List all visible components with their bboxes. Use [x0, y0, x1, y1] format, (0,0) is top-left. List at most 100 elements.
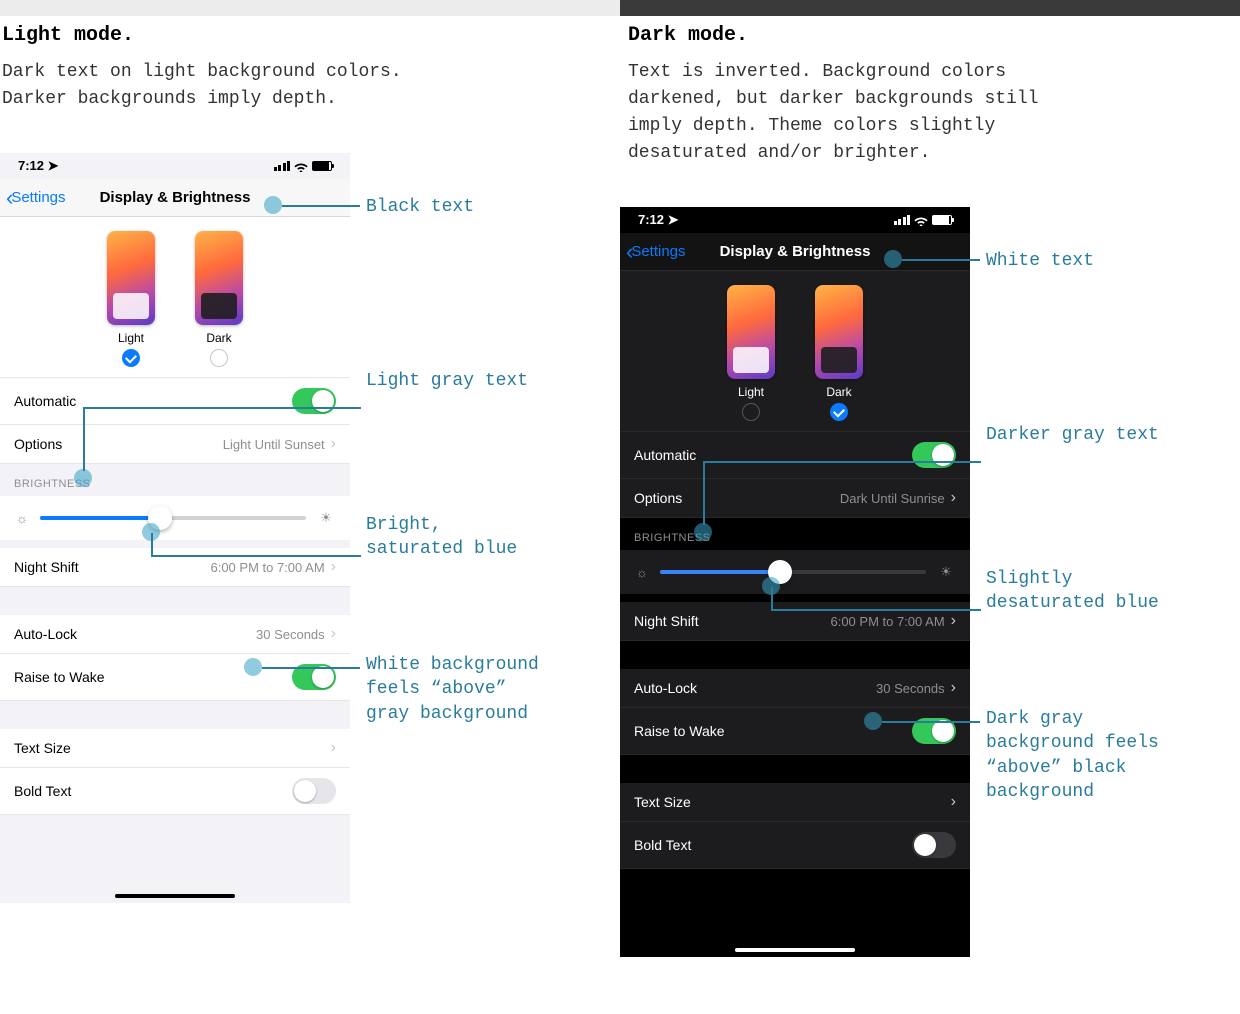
annot-line — [882, 721, 980, 723]
light-radio[interactable] — [122, 349, 140, 367]
appearance-option-dark[interactable]: Dark — [195, 231, 243, 367]
dark-radio[interactable] — [210, 349, 228, 367]
bold-text-label: Bold Text — [634, 837, 691, 853]
night-shift-value: 6:00 PM to 7:00 AM — [210, 560, 324, 575]
annot-black-text: Black text — [366, 195, 474, 219]
brightness-row: ☼ ☀ — [0, 496, 350, 540]
home-indicator — [115, 894, 235, 898]
status-time: 7:12 — [18, 158, 44, 173]
annot-line — [703, 461, 981, 463]
dark-thumbnail — [815, 285, 863, 379]
text-size-row[interactable]: Text Size › — [0, 729, 350, 768]
back-button[interactable]: ‹Settings — [626, 241, 686, 263]
sun-small-icon: ☼ — [14, 510, 30, 526]
location-icon: ➤ — [668, 212, 679, 227]
light-thumbnail — [727, 285, 775, 379]
nav-bar: ‹Settings Display & Brightness — [0, 179, 350, 217]
night-shift-row[interactable]: Night Shift 6:00 PM to 7:00 AM › — [0, 548, 350, 587]
home-indicator — [735, 948, 855, 952]
night-shift-value: 6:00 PM to 7:00 AM — [830, 614, 944, 629]
status-bar: 7:12 ➤ — [0, 153, 350, 179]
text-size-label: Text Size — [14, 740, 71, 756]
annot-dot — [244, 658, 262, 676]
bold-text-toggle[interactable] — [912, 832, 956, 858]
raise-to-wake-row: Raise to Wake — [620, 708, 970, 755]
dark-radio[interactable] — [830, 403, 848, 421]
light-label: Light — [727, 385, 775, 399]
annot-line — [771, 587, 773, 609]
dark-heading: Dark mode. — [620, 24, 1240, 47]
annot-line — [902, 259, 980, 261]
appearance-option-dark[interactable]: Dark — [815, 285, 863, 421]
automatic-row: Automatic — [0, 378, 350, 425]
raise-to-wake-row: Raise to Wake — [0, 654, 350, 701]
annot-white-bg: White background feels “above” gray back… — [366, 653, 556, 726]
annot-line — [83, 407, 85, 471]
chevron-right-icon: › — [331, 739, 336, 757]
auto-lock-value: 30 Seconds — [256, 627, 325, 642]
dark-thumbnail — [195, 231, 243, 325]
dark-label: Dark — [195, 331, 243, 345]
options-row[interactable]: Options Light Until Sunset › — [0, 425, 350, 464]
automatic-label: Automatic — [14, 393, 76, 409]
bold-text-row: Bold Text — [0, 768, 350, 815]
status-time: 7:12 — [638, 212, 664, 227]
options-value: Dark Until Sunrise — [840, 491, 945, 506]
annot-light-gray: Light gray text — [366, 369, 546, 393]
bold-text-toggle[interactable] — [292, 778, 336, 804]
sun-small-icon: ☼ — [634, 564, 650, 580]
annot-line — [151, 555, 361, 557]
nav-bar: ‹Settings Display & Brightness — [620, 233, 970, 271]
annot-dot — [694, 523, 712, 541]
phone-dark: 7:12 ➤ ‹Settings Display & Brightness Li… — [620, 207, 970, 957]
back-label: Settings — [11, 189, 65, 206]
annot-line — [282, 205, 360, 207]
appearance-option-light[interactable]: Light — [727, 285, 775, 421]
annot-dot — [864, 712, 882, 730]
light-thumbnail — [107, 231, 155, 325]
annot-bright-blue: Bright, saturated blue — [366, 513, 546, 562]
chevron-right-icon: › — [951, 612, 956, 630]
options-label: Options — [14, 436, 62, 452]
annot-white-text: White text — [986, 249, 1094, 273]
light-radio[interactable] — [742, 403, 760, 421]
auto-lock-row[interactable]: Auto-Lock 30 Seconds › — [0, 615, 350, 654]
night-shift-row[interactable]: Night Shift 6:00 PM to 7:00 AM › — [620, 602, 970, 641]
appearance-picker: Light Dark — [0, 217, 350, 378]
brightness-slider[interactable] — [40, 516, 306, 520]
annot-line — [771, 609, 981, 611]
options-label: Options — [634, 490, 682, 506]
back-label: Settings — [631, 243, 685, 260]
annot-dot — [884, 250, 902, 268]
annot-dark-bg: Dark gray background feels “above” black… — [986, 707, 1186, 804]
options-row[interactable]: Options Dark Until Sunrise › — [620, 479, 970, 518]
light-top-bar — [0, 0, 620, 16]
text-size-row[interactable]: Text Size › — [620, 783, 970, 822]
battery-icon — [312, 161, 332, 171]
annot-dot — [74, 469, 92, 487]
auto-lock-value: 30 Seconds — [876, 681, 945, 696]
automatic-row: Automatic — [620, 432, 970, 479]
status-bar: 7:12 ➤ — [620, 207, 970, 233]
sun-large-icon: ☀ — [316, 508, 336, 528]
chevron-right-icon: › — [331, 625, 336, 643]
light-desc: Dark text on light background colors. Da… — [0, 59, 460, 113]
brightness-slider[interactable] — [660, 570, 926, 574]
automatic-toggle[interactable] — [292, 388, 336, 414]
automatic-toggle[interactable] — [912, 442, 956, 468]
annot-dot — [264, 196, 282, 214]
appearance-option-light[interactable]: Light — [107, 231, 155, 367]
light-heading: Light mode. — [0, 24, 620, 47]
night-shift-label: Night Shift — [634, 613, 699, 629]
options-value: Light Until Sunset — [223, 437, 325, 452]
annot-line — [703, 461, 705, 525]
raise-label: Raise to Wake — [14, 669, 105, 685]
chevron-right-icon: › — [951, 489, 956, 507]
auto-lock-label: Auto-Lock — [634, 680, 697, 696]
auto-lock-row[interactable]: Auto-Lock 30 Seconds › — [620, 669, 970, 708]
text-size-label: Text Size — [634, 794, 691, 810]
auto-lock-label: Auto-Lock — [14, 626, 77, 642]
back-button[interactable]: ‹Settings — [6, 187, 66, 209]
location-icon: ➤ — [48, 158, 59, 173]
brightness-header: BRIGHTNESS — [0, 464, 350, 496]
